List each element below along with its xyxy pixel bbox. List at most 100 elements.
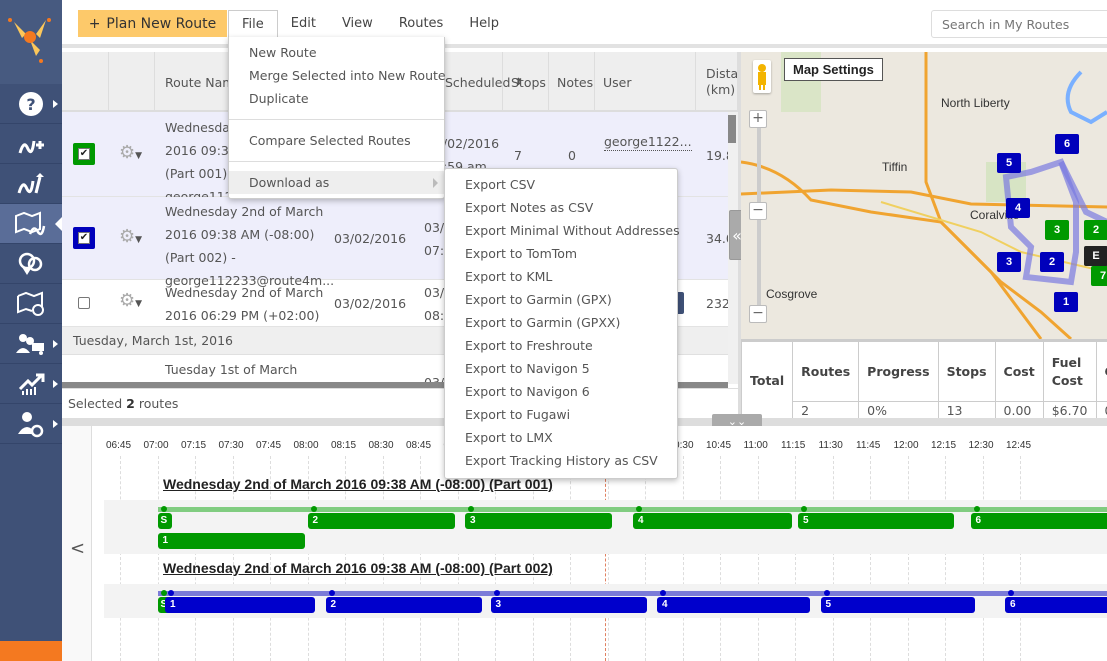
timeline-stop-segment[interactable]: 3 xyxy=(465,513,612,529)
select-all-header[interactable] xyxy=(62,52,109,112)
time-tick: 07:45 xyxy=(256,440,282,451)
timeline-stop-segment[interactable]: 4 xyxy=(633,513,792,529)
timeline-stop-segment[interactable]: 3 xyxy=(490,597,647,613)
menu-item-new-route[interactable]: New Route xyxy=(229,41,444,64)
timeline-prev-button[interactable]: < xyxy=(70,538,85,559)
row-actions-gear-icon[interactable]: ⚙▼ xyxy=(119,226,142,247)
timeline-stop-marker xyxy=(973,506,980,512)
sidebar-item-help[interactable]: ? xyxy=(0,84,62,124)
user-cell[interactable]: george1122... xyxy=(604,134,692,151)
grid-line xyxy=(682,456,684,661)
menu-file[interactable]: File xyxy=(228,10,278,37)
route-name-line: 2016 06:29 PM (+02:00) xyxy=(165,308,320,323)
header-user[interactable]: User xyxy=(595,52,696,112)
export-menu-item[interactable]: Export to Garmin (GPX) xyxy=(445,288,677,311)
row-checkbox[interactable] xyxy=(73,292,95,314)
menu-item-merge-selected[interactable]: Merge Selected into New Route xyxy=(229,64,446,87)
sidebar-item-plan-route[interactable] xyxy=(0,124,62,164)
date-cell: 03/02/2016 xyxy=(334,231,407,246)
export-menu-item[interactable]: Export to TomTom xyxy=(445,242,677,265)
sidebar-item-team[interactable] xyxy=(0,324,62,364)
menu-item-compare[interactable]: Compare Selected Routes xyxy=(229,129,444,152)
map-marker-blue[interactable]: 2 xyxy=(1040,252,1064,272)
export-menu-item[interactable]: Export to Garmin (GPXX) xyxy=(445,311,677,334)
map-marker-end[interactable]: E xyxy=(1084,246,1107,266)
menu-help[interactable]: Help xyxy=(456,10,512,37)
sidebar-item-my-routes[interactable] xyxy=(0,204,62,244)
map-label-tiffin: Tiffin xyxy=(882,160,908,174)
timeline-stop-segment[interactable]: 5 xyxy=(798,513,954,529)
timeline-stop-segment[interactable]: 6 xyxy=(970,513,1107,529)
timeline-stop-segment[interactable]: 5 xyxy=(820,597,975,613)
map-marker-blue[interactable]: 3 xyxy=(997,252,1021,272)
download-submenu: Export CSV Export Notes as CSV Export Mini… xyxy=(444,168,680,479)
timeline-stop-segment[interactable]: S xyxy=(157,513,172,529)
export-menu-item[interactable]: Export to LMX xyxy=(445,426,677,449)
plan-new-route-label: Plan New Route xyxy=(106,15,217,32)
export-menu-item[interactable]: Export to Navigon 5 xyxy=(445,357,677,380)
export-menu-item[interactable]: Export CSV xyxy=(445,173,677,196)
sidebar: ? xyxy=(0,0,62,661)
route4me-logo[interactable] xyxy=(0,0,62,84)
timeline-stop-segment[interactable]: 6 xyxy=(1005,597,1107,613)
sidebar-item-analytics[interactable] xyxy=(0,364,62,404)
scrollbar-thumb[interactable] xyxy=(728,115,736,143)
export-menu-item[interactable]: Export to Freshroute xyxy=(445,334,677,357)
timeline-stop-marker xyxy=(636,506,642,512)
sidebar-item-locations[interactable] xyxy=(0,244,62,284)
header-distance[interactable]: Distance (km) xyxy=(696,52,738,112)
checkbox-empty xyxy=(78,297,90,309)
timeline-stop-segment[interactable]: 4 xyxy=(657,597,810,613)
export-menu-item[interactable]: Export to KML xyxy=(445,265,677,288)
route-map[interactable]: Map Settings + − − North Liberty Tiffin … xyxy=(741,52,1107,339)
plus-icon: + xyxy=(88,15,101,32)
export-menu-item[interactable]: Export Notes as CSV xyxy=(445,196,677,219)
route-name[interactable]: Wednesday 2nd of March 2016 09:38 AM (-0… xyxy=(165,200,334,292)
grid-line xyxy=(757,456,759,661)
search-input[interactable] xyxy=(931,10,1107,38)
map-marker-blue[interactable]: 5 xyxy=(997,153,1021,173)
row-checkbox[interactable]: ✔ xyxy=(73,143,95,165)
timeline-stop-marker xyxy=(823,590,830,596)
time-tick: 11:45 xyxy=(856,440,881,451)
header-notes[interactable]: Notes xyxy=(549,52,595,112)
menu-edit[interactable]: Edit xyxy=(278,10,329,37)
zoom-out-button[interactable]: − xyxy=(749,305,767,323)
sidebar-item-settings[interactable] xyxy=(0,404,62,444)
map-marker-green[interactable]: 2 xyxy=(1084,220,1107,240)
header-stops[interactable]: Stops xyxy=(503,52,549,112)
menu-routes[interactable]: Routes xyxy=(386,10,457,37)
export-menu-item[interactable]: Export Minimal Without Addresses xyxy=(445,219,680,242)
street-view-pegman-icon[interactable] xyxy=(753,60,771,93)
export-menu-item[interactable]: Export to Navigon 6 xyxy=(445,380,677,403)
route-name[interactable]: Wednesday 2nd of March 2016 06:29 PM (+0… xyxy=(165,281,330,327)
file-menu-dropdown: New Route Merge Selected into New Route … xyxy=(228,37,446,199)
menu-item-download-as[interactable]: Download as xyxy=(229,171,444,194)
map-marker-blue[interactable]: 4 xyxy=(1006,198,1030,218)
row-checkbox[interactable]: ✔ xyxy=(73,227,95,249)
menu-view[interactable]: View xyxy=(329,10,386,37)
timeline-stop-segment[interactable]: 1 xyxy=(165,597,315,613)
export-menu-item[interactable]: Export Tracking History as CSV xyxy=(445,449,677,472)
timeline-stop-segment[interactable]: 1 xyxy=(157,533,305,549)
map-marker-green[interactable]: 7 xyxy=(1091,266,1107,286)
menu-item-duplicate[interactable]: Duplicate xyxy=(229,87,444,110)
sidebar-item-optimize[interactable] xyxy=(0,164,62,204)
timeline-route-title[interactable]: Wednesday 2nd of March 2016 09:38 AM (-0… xyxy=(163,560,553,576)
map-marker-blue[interactable]: 1 xyxy=(1054,292,1078,312)
route-name[interactable]: Tuesday 1st of March xyxy=(165,358,330,381)
timeline-stop-segment[interactable]: 2 xyxy=(325,597,482,613)
chat-button[interactable] xyxy=(0,641,62,661)
zoom-in-button[interactable]: + xyxy=(749,110,767,128)
map-marker-green[interactable]: 3 xyxy=(1045,220,1069,240)
row-actions-gear-icon[interactable]: ⚙▼ xyxy=(119,290,142,311)
time-tick: 12:00 xyxy=(893,440,919,451)
zoom-level-handle[interactable]: − xyxy=(749,202,767,220)
row-actions-gear-icon[interactable]: ⚙▼ xyxy=(119,142,142,163)
timeline-stop-segment[interactable]: 2 xyxy=(307,513,455,529)
plan-new-route-button[interactable]: + Plan New Route xyxy=(78,10,227,37)
sidebar-item-map-locations[interactable] xyxy=(0,284,62,324)
export-menu-item[interactable]: Export to Fugawi xyxy=(445,403,677,426)
map-marker-blue[interactable]: 6 xyxy=(1055,134,1079,154)
map-settings-button[interactable]: Map Settings xyxy=(784,58,883,81)
